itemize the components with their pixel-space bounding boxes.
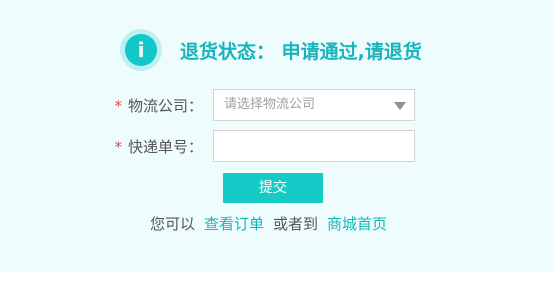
status-label: 退货状态：	[180, 40, 276, 63]
chevron-down-icon	[394, 102, 406, 110]
tracking-row: * 快递单号：	[0, 130, 557, 162]
required-mark: *	[114, 137, 122, 156]
links-prefix: 您可以	[150, 215, 196, 233]
submit-button[interactable]: 提交	[223, 173, 323, 203]
required-mark: *	[114, 96, 122, 115]
status-row: i 退货状态： 申请通过,请退货	[120, 29, 422, 71]
navigation-links: 您可以 查看订单 或者到 商城首页	[150, 213, 387, 234]
links-middle: 或者到	[273, 215, 319, 233]
status-message: 申请通过,请退货	[281, 40, 422, 63]
tracking-label-text: 快递单号：	[127, 137, 203, 156]
tracking-label: * 快递单号：	[0, 136, 213, 157]
courier-label: * 物流公司：	[0, 95, 213, 116]
courier-label-text: 物流公司：	[127, 96, 203, 115]
mall-home-link[interactable]: 商城首页	[327, 215, 387, 233]
courier-select[interactable]: 请选择物流公司	[213, 89, 415, 121]
info-icon: i	[120, 29, 162, 71]
info-icon-glyph: i	[125, 34, 157, 66]
view-order-link[interactable]: 查看订单	[204, 215, 264, 233]
status-text: 退货状态： 申请通过,请退货	[180, 37, 422, 64]
courier-row: * 物流公司： 请选择物流公司	[0, 89, 557, 121]
courier-select-placeholder: 请选择物流公司	[224, 97, 316, 112]
tracking-number-input[interactable]	[213, 130, 415, 162]
return-status-panel: i 退货状态： 申请通过,请退货 * 物流公司： 请选择物流公司 * 快递单号： 提…	[0, 0, 554, 272]
